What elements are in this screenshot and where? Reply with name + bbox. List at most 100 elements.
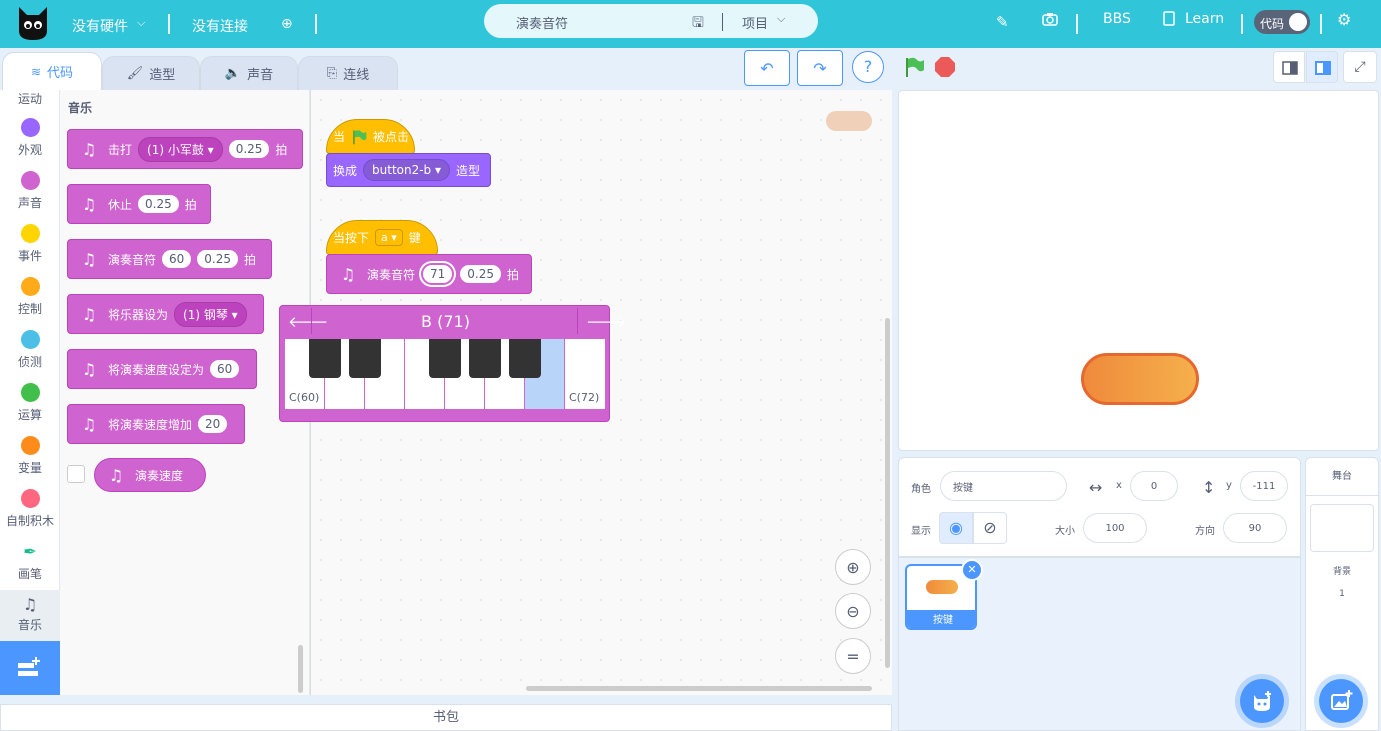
- brush-icon: 🖌: [126, 66, 144, 81]
- beats-input[interactable]: 0.25: [197, 250, 239, 268]
- green-flag-icon: [353, 129, 367, 144]
- beats-input[interactable]: 0.25: [460, 265, 502, 283]
- key-dropdown[interactable]: a ▾: [375, 229, 403, 246]
- palette-scrollbar[interactable]: [298, 645, 303, 693]
- set-tempo-block[interactable]: ♫ 将演奏速度设定为 60: [67, 349, 257, 389]
- direction-input[interactable]: 90: [1223, 513, 1287, 543]
- costume-dropdown[interactable]: button2-b ▾: [363, 159, 451, 181]
- piano-key-c-sharp[interactable]: [309, 339, 341, 378]
- wire-icon: ⎘: [326, 66, 338, 81]
- hide-sprite-button[interactable]: ⊘: [973, 512, 1007, 544]
- show-sprite-button[interactable]: ◉: [939, 512, 973, 544]
- help-button[interactable]: ?: [852, 51, 884, 83]
- green-flag-icon[interactable]: [903, 56, 925, 82]
- note-input-active[interactable]: 71: [421, 263, 455, 285]
- backdrop-thumbnail[interactable]: [1310, 504, 1374, 552]
- edit-icon[interactable]: ✎: [996, 13, 1009, 31]
- tab-costumes[interactable]: 🖌 造型: [102, 56, 200, 90]
- zoom-in-button[interactable]: ⊕: [835, 549, 871, 585]
- book-icon: [1163, 11, 1175, 30]
- normal-stage-button[interactable]: [1306, 51, 1338, 83]
- fullscreen-button[interactable]: ⤢: [1343, 51, 1377, 83]
- category-music[interactable]: ♫ 音乐: [0, 590, 60, 642]
- piano-key-d-sharp[interactable]: [349, 339, 381, 378]
- y-input[interactable]: -111: [1240, 471, 1288, 501]
- tab-wiring[interactable]: ⎘ 连线: [298, 56, 398, 90]
- logo[interactable]: [16, 5, 50, 41]
- when-flag-clicked-block[interactable]: 当 被点击: [326, 119, 415, 154]
- category-variables[interactable]: 变量: [0, 436, 60, 476]
- category-operators[interactable]: 运算: [0, 383, 60, 423]
- drum-block[interactable]: ♫ 击打 (1) 小军鼓 ▾ 0.25 拍: [67, 129, 303, 169]
- category-my-blocks[interactable]: 自制积木: [0, 489, 60, 529]
- play-note-block[interactable]: ♫ 演奏音符 60 0.25 拍: [67, 239, 272, 279]
- add-sprite-button[interactable]: [1240, 679, 1284, 723]
- backpack-bar[interactable]: 书包: [0, 704, 892, 731]
- redo-button[interactable]: ↷: [797, 50, 843, 86]
- change-tempo-block[interactable]: ♫ 将演奏速度增加 20: [67, 404, 245, 444]
- zoom-out-button[interactable]: ⊖: [835, 593, 871, 629]
- sprite-name-input[interactable]: 按键: [940, 471, 1067, 501]
- stop-icon[interactable]: [934, 56, 956, 82]
- set-instrument-block[interactable]: ♫ 将乐器设为 (1) 钢琴 ▾: [67, 294, 264, 334]
- block-label: 休止: [108, 197, 133, 212]
- x-input[interactable]: 0: [1130, 471, 1178, 501]
- category-control[interactable]: 控制: [0, 277, 60, 317]
- category-label: 运动: [17, 92, 42, 106]
- code-mode-toggle[interactable]: 代码: [1254, 10, 1310, 34]
- zoom-reset-button[interactable]: =: [835, 638, 871, 674]
- add-extension-button[interactable]: [0, 641, 60, 695]
- tempo-input[interactable]: 20: [198, 415, 228, 433]
- category-label: 侦测: [17, 355, 42, 369]
- category-pen[interactable]: ✒ 画笔: [0, 542, 60, 582]
- globe-icon[interactable]: ⊕: [281, 16, 293, 32]
- arrow-right-icon[interactable]: 🡒: [586, 312, 626, 331]
- button-sprite[interactable]: [1081, 353, 1199, 405]
- camera-icon[interactable]: [1042, 12, 1058, 30]
- tab-label: 代码: [47, 66, 74, 81]
- save-icon[interactable]: 🖫: [692, 12, 704, 36]
- hardware-menu[interactable]: 没有硬件: [72, 16, 128, 36]
- sound-dot: [20, 171, 40, 190]
- small-stage-button[interactable]: [1273, 51, 1305, 83]
- piano-key-f-sharp[interactable]: [429, 339, 461, 378]
- drum-dropdown[interactable]: (1) 小军鼓 ▾: [138, 136, 223, 162]
- category-events[interactable]: 事件: [0, 224, 60, 264]
- beats-input[interactable]: 0.25: [228, 140, 270, 158]
- rest-block[interactable]: ♫ 休止 0.25 拍: [67, 184, 211, 224]
- beats-input[interactable]: 0.25: [138, 195, 179, 213]
- undo-button[interactable]: ↶: [744, 50, 790, 86]
- note-input[interactable]: 60: [162, 250, 192, 268]
- project-name-input[interactable]: 演奏音符: [516, 13, 568, 32]
- project-menu[interactable]: 项目: [742, 13, 768, 32]
- category-motion[interactable]: 运动: [0, 90, 60, 107]
- size-input[interactable]: 100: [1083, 513, 1147, 543]
- switch-costume-block[interactable]: 换成 button2-b ▾ 造型: [326, 153, 491, 187]
- play-note-script-block[interactable]: ♫ 演奏音符 71 0.25 拍: [326, 254, 532, 294]
- instrument-dropdown[interactable]: (1) 钢琴 ▾: [174, 301, 247, 327]
- category-sound[interactable]: 声音: [0, 171, 60, 211]
- tab-sounds[interactable]: 🔈 声音: [200, 56, 298, 90]
- category-looks[interactable]: 外观: [0, 118, 60, 158]
- block-label: 当: [333, 130, 346, 144]
- block-label: 演奏音符: [367, 267, 416, 282]
- tempo-reporter-block[interactable]: ♫ 演奏速度: [94, 458, 206, 492]
- connection-status[interactable]: 没有连接: [192, 16, 248, 36]
- tab-code[interactable]: ≋ 代码: [2, 52, 102, 90]
- stage-selector-panel: 舞台 背景 1: [1305, 457, 1379, 731]
- piano-key-a-sharp[interactable]: [509, 339, 541, 378]
- vertical-scrollbar[interactable]: [885, 318, 890, 668]
- bbs-link[interactable]: BBS: [1103, 11, 1131, 27]
- category-sensing[interactable]: 侦测: [0, 330, 60, 370]
- tempo-input[interactable]: 60: [210, 360, 240, 378]
- when-key-pressed-block[interactable]: 当按下 a ▾ 键: [326, 220, 438, 255]
- add-backdrop-button[interactable]: [1319, 679, 1363, 723]
- stage-canvas[interactable]: [898, 90, 1379, 451]
- horizontal-scrollbar[interactable]: [526, 686, 872, 691]
- piano-key-g-sharp[interactable]: [469, 339, 501, 378]
- gear-icon[interactable]: ⚙: [1337, 10, 1351, 29]
- small-stage-icon: [1282, 61, 1298, 75]
- delete-sprite-button[interactable]: ✕: [961, 559, 983, 581]
- tempo-monitor-checkbox[interactable]: [67, 465, 85, 483]
- learn-link[interactable]: Learn: [1185, 11, 1224, 27]
